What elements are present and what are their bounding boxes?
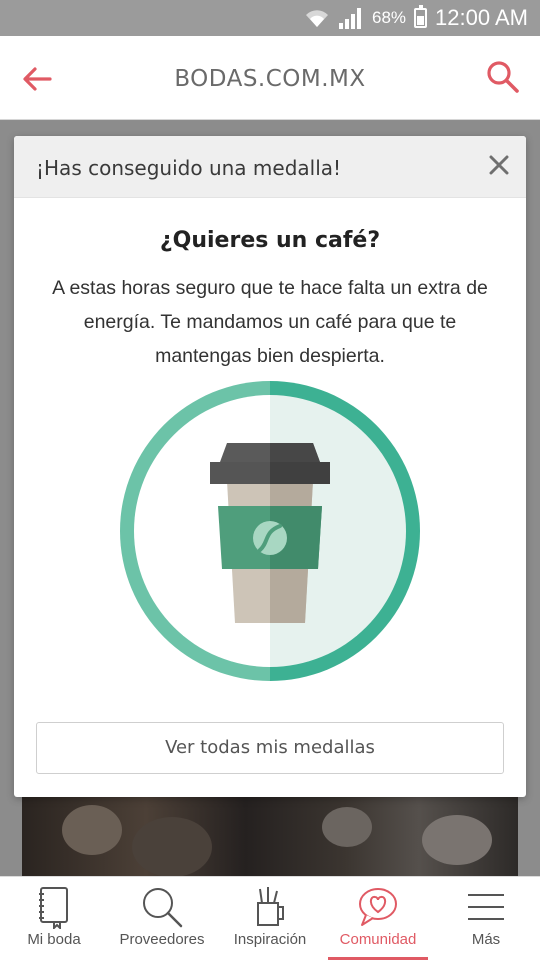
app-header: BODAS.COM.MX [0,36,540,120]
wifi-icon [306,10,329,27]
battery-percent: 68% [372,8,407,27]
nav-item-mas[interactable]: Más [432,877,540,960]
nav-label: Mi boda [27,931,81,948]
nav-item-proveedores[interactable]: Proveedores [108,877,216,960]
pencil-cup-icon [257,887,284,926]
nav-item-comunidad[interactable]: Comunidad [324,877,432,960]
search-icon[interactable] [486,60,520,94]
view-all-medals-button[interactable]: Ver todas mis medallas [36,722,504,774]
clock: 12:00 AM [435,5,528,30]
coffee-medal-icon [120,381,420,681]
dialog-title: ¿Quieres un café? [159,228,381,253]
background-photo [22,797,518,877]
signal-icon [339,8,362,29]
status-bar: 68% 12:00 AM [0,0,540,36]
page-title: BODAS.COM.MX [174,66,366,92]
close-icon[interactable] [488,154,510,176]
notebook-icon [39,887,68,929]
search-icon [143,888,183,928]
medal-dialog: ¡Has conseguido una medalla! ¿Quieres un… [14,136,526,797]
nav-label: Proveedores [119,931,205,948]
nav-item-mi-boda[interactable]: Mi boda [0,877,108,960]
heart-chat-icon [359,888,397,926]
dialog-header: ¡Has conseguido una medalla! [14,136,526,198]
menu-icon [468,894,504,920]
battery-icon [414,5,428,28]
nav-label: Más [471,931,501,948]
nav-label: Inspiración [233,931,307,948]
nav-item-inspiracion[interactable]: Inspiración [216,877,324,960]
bottom-navigation: Mi boda Proveedores Inspiración Comunida… [0,876,540,960]
dialog-header-title: ¡Has conseguido una medalla! [36,156,342,180]
nav-label: Comunidad [339,931,417,948]
dialog-message: A estas horas seguro que te hace falta u… [52,277,488,367]
